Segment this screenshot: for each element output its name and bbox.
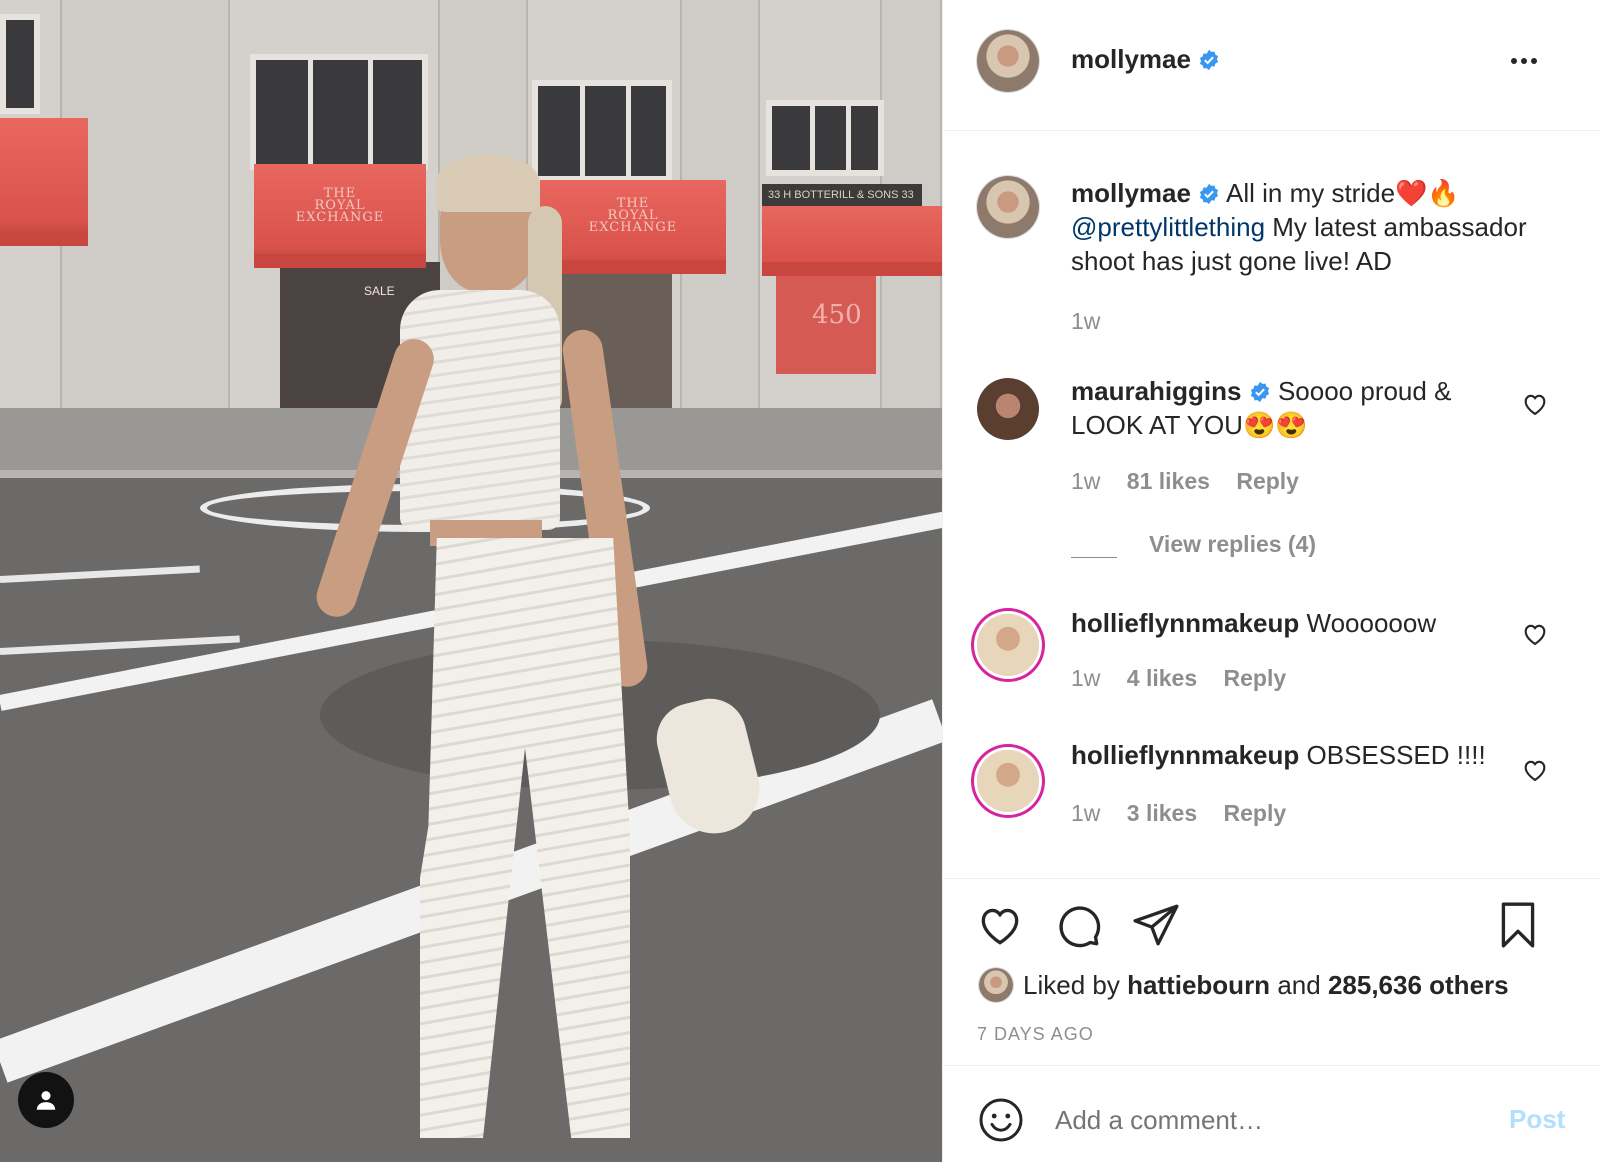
caption-mention-link[interactable]: @prettylittlething: [1071, 212, 1265, 242]
comment-like-heart-icon[interactable]: [1521, 756, 1549, 784]
caption-username[interactable]: mollymae: [1071, 178, 1191, 208]
share-icon[interactable]: [1131, 900, 1181, 950]
comment-likes[interactable]: 81 likes: [1127, 468, 1210, 494]
red-awning: THE ROYAL EXCHANGE: [254, 164, 426, 268]
caption-age: 1w: [1071, 308, 1101, 334]
verified-icon: [1200, 49, 1219, 71]
red-awning: THE ROYAL EXCHANGE: [540, 180, 726, 274]
awning-text: THE ROYAL EXCHANGE: [295, 186, 385, 225]
user-icon: [36, 1091, 56, 1110]
tagged-users-button[interactable]: [18, 1072, 74, 1128]
view-replies-button[interactable]: View replies (4): [1149, 531, 1316, 558]
comment-body: hollieflynnmakeup OBSESSED !!!!: [1071, 738, 1511, 772]
window: [250, 54, 428, 170]
comment-text: OBSESSED !!!!: [1306, 740, 1486, 770]
comment-meta: 1w 81 likes Reply: [1071, 468, 1299, 495]
comment-body: hollieflynnmakeup Woooooow: [1071, 606, 1511, 640]
shop-sign: 33 H BOTTERILL & SONS 33: [762, 184, 922, 206]
liked-by-and: and: [1277, 970, 1321, 1000]
number-sign: 450: [812, 300, 862, 330]
window: [532, 80, 672, 182]
liked-by-others[interactable]: 285,636 others: [1328, 970, 1509, 1000]
post-header-user: mollymae: [1071, 44, 1220, 75]
more-options-icon[interactable]: [1509, 50, 1539, 72]
caption-avatar[interactable]: [977, 176, 1039, 238]
comment-reply-button[interactable]: Reply: [1224, 800, 1287, 826]
figure-top: [400, 290, 560, 530]
caption-text: All in my stride: [1225, 178, 1396, 208]
comment-avatar[interactable]: [977, 614, 1039, 676]
header-divider: [943, 130, 1600, 131]
window: [766, 100, 884, 176]
comment-body: maurahiggins Soooo proud & LOOK AT YOU😍😍: [1071, 374, 1491, 442]
liked-by-prefix: Liked by: [1023, 970, 1120, 1000]
liked-by-user[interactable]: hattiebourn: [1127, 970, 1270, 1000]
comment-text: Woooooow: [1306, 608, 1437, 638]
comment-meta: 1w 3 likes Reply: [1071, 800, 1286, 827]
post-photo[interactable]: 450 SALE THE ROYAL EXCHANGE THE ROYAL EX…: [0, 0, 942, 1162]
caption: mollymae All in my stride❤️🔥 @prettylitt…: [1071, 176, 1571, 278]
comment-likes[interactable]: 3 likes: [1127, 800, 1197, 826]
comment-likes[interactable]: 4 likes: [1127, 665, 1197, 691]
comment-age: 1w: [1071, 468, 1101, 494]
likes-summary: Liked by hattiebourn and 285,636 others: [1023, 970, 1509, 1001]
heart-icon[interactable]: [975, 900, 1025, 950]
comment-avatar[interactable]: [977, 750, 1039, 812]
bookmark-icon[interactable]: [1493, 900, 1543, 950]
red-awning: [762, 206, 942, 276]
comment-emoji: 😍😍: [1242, 410, 1308, 440]
post-date[interactable]: 7 DAYS AGO: [977, 1024, 1094, 1045]
figure-hair: [436, 154, 540, 212]
author-avatar[interactable]: [977, 30, 1039, 92]
comment-like-heart-icon[interactable]: [1521, 620, 1549, 648]
awning-text: THE ROYAL EXCHANGE: [588, 196, 678, 235]
window: [0, 14, 40, 114]
comments-divider: [943, 878, 1600, 879]
verified-icon: [1250, 381, 1269, 403]
liked-by-avatar[interactable]: [979, 968, 1013, 1002]
comment-reply-button[interactable]: Reply: [1236, 468, 1299, 494]
comment-icon[interactable]: [1053, 900, 1103, 950]
caption-emoji: ❤️🔥: [1395, 178, 1460, 208]
comment-age: 1w: [1071, 665, 1101, 691]
sale-sign: SALE: [364, 284, 395, 298]
comment-reply-button[interactable]: Reply: [1224, 665, 1287, 691]
comment-username[interactable]: maurahiggins: [1071, 376, 1241, 406]
comment-username[interactable]: hollieflynnmakeup: [1071, 740, 1299, 770]
comment-username[interactable]: hollieflynnmakeup: [1071, 608, 1299, 638]
verified-icon: [1200, 183, 1219, 205]
view-replies-line: [1071, 557, 1117, 558]
comment-age: 1w: [1071, 800, 1101, 826]
comment-avatar[interactable]: [977, 378, 1039, 440]
post-sidebar: mollymae mollymae All in my stride❤️🔥 @p…: [942, 0, 1600, 1162]
comment-like-heart-icon[interactable]: [1521, 390, 1549, 418]
author-username[interactable]: mollymae: [1071, 44, 1191, 74]
emoji-icon[interactable]: [977, 1096, 1025, 1144]
composer-divider: [943, 1065, 1600, 1066]
comment-meta: 1w 4 likes Reply: [1071, 665, 1286, 692]
post-comment-button[interactable]: Post: [1509, 1104, 1565, 1135]
comment-input[interactable]: [1055, 1098, 1475, 1142]
red-awning: [0, 118, 88, 246]
